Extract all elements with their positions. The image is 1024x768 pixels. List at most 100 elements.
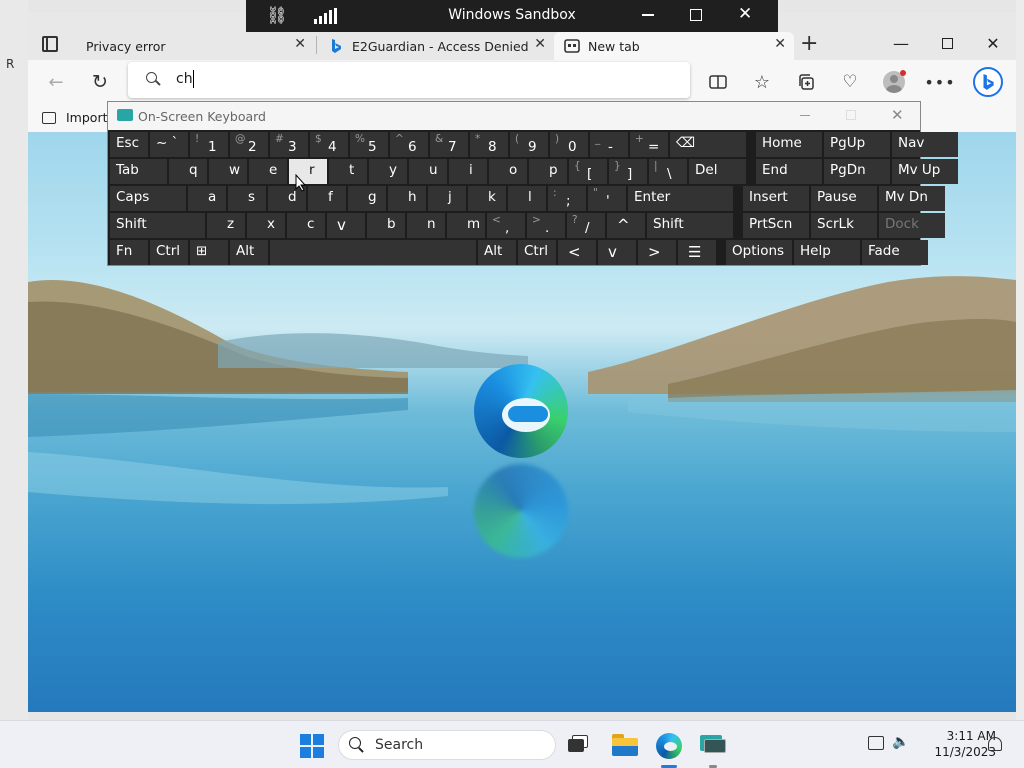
- minimize-icon[interactable]: —: [878, 32, 924, 54]
- tab-privacy-error[interactable]: Privacy error ✕: [74, 32, 314, 60]
- osk-key[interactable]: Insert: [743, 186, 809, 211]
- close-tab-icon[interactable]: ✕: [774, 36, 786, 52]
- osk-key[interactable]: _ -: [590, 132, 628, 157]
- osk-key[interactable]: PgDn: [824, 159, 890, 184]
- osk-key[interactable]: ~ `: [150, 132, 188, 157]
- split-screen-icon[interactable]: [706, 70, 730, 94]
- osk-key[interactable]: u: [409, 159, 447, 184]
- osk-key[interactable]: }]: [609, 159, 647, 184]
- osk-key[interactable]: Esc: [110, 132, 148, 157]
- osk-key[interactable]: e: [249, 159, 287, 184]
- sandbox-restore-icon[interactable]: [690, 9, 702, 21]
- osk-key[interactable]: (9: [510, 132, 548, 157]
- osk-key[interactable]: PrtScn: [743, 213, 809, 238]
- back-icon[interactable]: ←: [44, 70, 68, 94]
- start-windows-icon[interactable]: [300, 734, 324, 758]
- clock-time[interactable]: 3:11 AM: [920, 729, 996, 743]
- osk-key[interactable]: Alt: [230, 240, 268, 265]
- address-bar[interactable]: ch: [128, 62, 690, 98]
- osk-key[interactable]: Alt: [478, 240, 516, 265]
- osk-key[interactable]: + =: [630, 132, 668, 157]
- osk-key[interactable]: PgUp: [824, 132, 890, 157]
- task-view-icon[interactable]: [568, 735, 588, 753]
- osk-key[interactable]: Pause: [811, 186, 877, 211]
- osk-key[interactable]: j: [428, 186, 466, 211]
- osk-key[interactable]: k: [468, 186, 506, 211]
- maximize-icon[interactable]: [924, 32, 970, 54]
- osk-key[interactable]: Enter: [628, 186, 733, 211]
- osk-key[interactable]: <,: [487, 213, 525, 238]
- osk-key[interactable]: ⌫: [670, 132, 746, 157]
- bing-copilot-icon[interactable]: [972, 66, 1004, 98]
- osk-key[interactable]: ^: [607, 213, 645, 238]
- tab-e2guardian[interactable]: E2Guardian - Access Denied ✕: [318, 32, 554, 60]
- osk-key[interactable]: $4: [310, 132, 348, 157]
- notification-bell-icon[interactable]: [988, 737, 1002, 751]
- osk-key[interactable]: Caps: [110, 186, 186, 211]
- osk-taskbar-icon[interactable]: [700, 735, 726, 755]
- osk-key[interactable]: >.: [527, 213, 565, 238]
- osk-key[interactable]: @2: [230, 132, 268, 157]
- tab-actions-icon[interactable]: [42, 36, 58, 52]
- osk-key[interactable]: ) 0: [550, 132, 588, 157]
- osk-key[interactable]: g: [348, 186, 386, 211]
- osk-key[interactable]: ? /: [567, 213, 605, 238]
- osk-minimize-icon[interactable]: [800, 115, 810, 116]
- osk-key[interactable]: z: [207, 213, 245, 238]
- osk-key[interactable]: End: [756, 159, 822, 184]
- more-options-icon[interactable]: •••: [924, 70, 954, 94]
- osk-key[interactable]: c: [287, 213, 325, 238]
- osk-key[interactable]: ☰: [678, 240, 716, 265]
- osk-key[interactable]: Ctrl: [518, 240, 556, 265]
- osk-key[interactable]: o: [489, 159, 527, 184]
- osk-key[interactable]: h: [388, 186, 426, 211]
- osk-key[interactable]: " ': [588, 186, 626, 211]
- address-input-text[interactable]: ch: [176, 71, 193, 87]
- osk-key[interactable]: v: [598, 240, 636, 265]
- osk-key[interactable]: Mv Up: [892, 159, 958, 184]
- osk-key[interactable]: Home: [756, 132, 822, 157]
- osk-key[interactable]: {[: [569, 159, 607, 184]
- edge-taskbar-icon[interactable]: [656, 733, 682, 759]
- osk-key[interactable]: & 7: [430, 132, 468, 157]
- osk-key[interactable]: [270, 240, 476, 265]
- osk-key[interactable]: Fn: [110, 240, 148, 265]
- osk-key[interactable]: >: [638, 240, 676, 265]
- osk-key[interactable]: <: [558, 240, 596, 265]
- profile-avatar-icon[interactable]: [882, 70, 906, 94]
- osk-key[interactable]: Tab: [110, 159, 167, 184]
- osk-key[interactable]: Dock: [879, 213, 945, 238]
- osk-key[interactable]: a: [188, 186, 226, 211]
- osk-key[interactable]: v: [327, 213, 365, 238]
- osk-key[interactable]: Help: [794, 240, 860, 265]
- osk-key[interactable]: * 8: [470, 132, 508, 157]
- close-tab-icon[interactable]: ✕: [534, 36, 546, 52]
- osk-key[interactable]: y: [369, 159, 407, 184]
- osk-key[interactable]: ⊞: [190, 240, 228, 265]
- browser-essentials-icon[interactable]: ♡: [838, 70, 862, 94]
- osk-key[interactable]: ScrLk: [811, 213, 877, 238]
- clock-date[interactable]: 11/3/2023: [920, 745, 996, 759]
- osk-key[interactable]: w: [209, 159, 247, 184]
- osk-close-icon[interactable]: ✕: [891, 106, 904, 124]
- favorites-star-icon[interactable]: ☆: [750, 70, 774, 94]
- osk-key[interactable]: :;: [548, 186, 586, 211]
- network-icon[interactable]: [868, 736, 884, 750]
- tab-new-tab[interactable]: New tab ✕: [554, 32, 794, 60]
- osk-key[interactable]: | \: [649, 159, 687, 184]
- osk-key[interactable]: #3: [270, 132, 308, 157]
- osk-key[interactable]: f: [308, 186, 346, 211]
- osk-key[interactable]: t: [329, 159, 367, 184]
- osk-key[interactable]: b: [367, 213, 405, 238]
- osk-key[interactable]: Fade: [862, 240, 928, 265]
- new-tab-plus-icon[interactable]: +: [800, 32, 818, 56]
- refresh-icon[interactable]: ↻: [88, 70, 112, 94]
- osk-key[interactable]: x: [247, 213, 285, 238]
- osk-key[interactable]: i: [449, 159, 487, 184]
- osk-key[interactable]: q: [169, 159, 207, 184]
- collections-icon[interactable]: [794, 70, 818, 94]
- osk-key[interactable]: Shift: [647, 213, 733, 238]
- osk-key[interactable]: s: [228, 186, 266, 211]
- osk-key[interactable]: Nav: [892, 132, 958, 157]
- sandbox-minimize-icon[interactable]: [642, 14, 654, 16]
